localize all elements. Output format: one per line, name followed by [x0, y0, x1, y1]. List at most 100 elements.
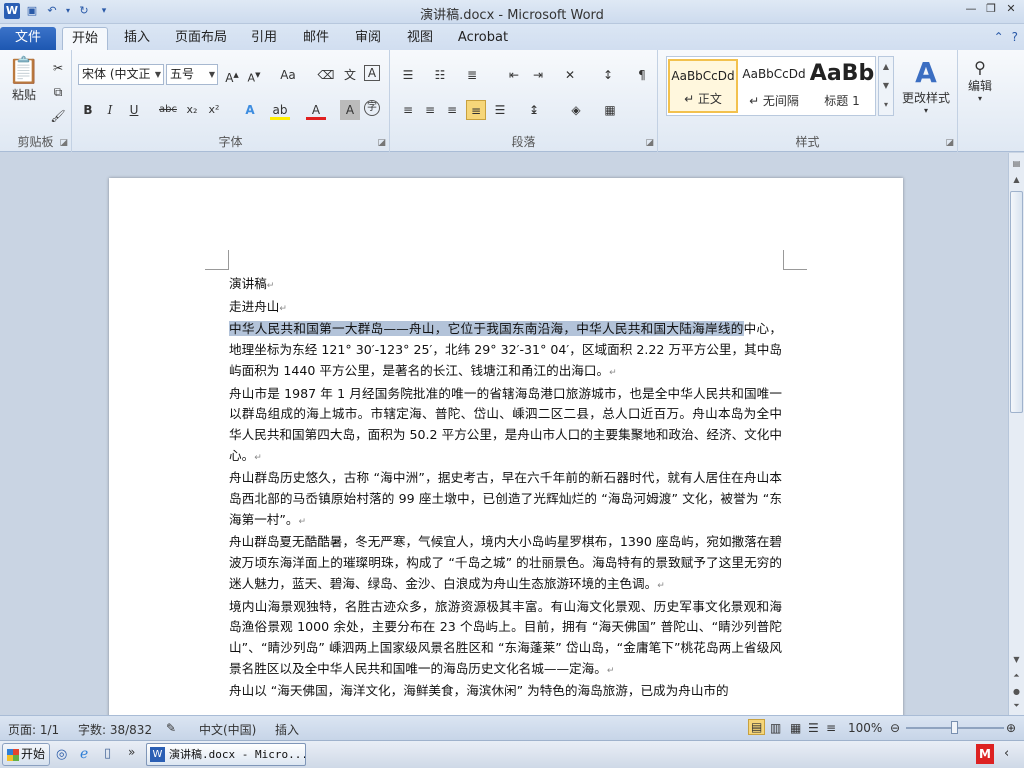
paste-button[interactable]: 📋 粘贴 — [6, 56, 42, 103]
bullets-icon[interactable]: ☰ — [398, 65, 418, 85]
full-screen-reading-icon[interactable]: ▥ — [770, 721, 781, 735]
change-case-icon[interactable]: Aa — [278, 65, 298, 85]
close-icon[interactable]: ✕ — [1004, 2, 1018, 16]
document-area[interactable]: 演讲稿↵ 走进舟山↵ 中华人民共和国第一大群岛——舟山，它位于我国东南沿海，中华… — [0, 153, 1008, 715]
tab-insert[interactable]: 插入 — [116, 27, 158, 50]
doc-paragraph[interactable]: 中华人民共和国第一大群岛——舟山，它位于我国东南沿海，中华人民共和国大陆海岸线的… — [229, 319, 782, 383]
phonetic-guide-icon[interactable]: 文 — [340, 65, 360, 85]
document-body[interactable]: 演讲稿↵ 走进舟山↵ 中华人民共和国第一大群岛——舟山，它位于我国东南沿海，中华… — [229, 274, 782, 702]
enclose-characters-icon[interactable]: 字 — [364, 100, 380, 116]
minimize-icon[interactable]: — — [964, 2, 978, 16]
doc-paragraph[interactable]: 境内山海景观独特，名胜古迹众多，旅游资源极其丰富。有山海文化景观、历史军事文化景… — [229, 597, 782, 682]
font-color-icon[interactable]: A — [306, 100, 326, 120]
browse-object-icon[interactable]: ● — [1009, 685, 1024, 699]
web-layout-icon[interactable]: ▦ — [790, 721, 801, 735]
vertical-scrollbar[interactable]: ▤ ▲ ▼ ⏶ ● ⏷ — [1008, 153, 1024, 715]
decrease-indent-icon[interactable]: ⇤ — [504, 65, 524, 85]
zoom-out-icon[interactable]: ⊖ — [890, 721, 900, 735]
subscript-icon[interactable]: x₂ — [182, 100, 202, 120]
align-right-icon[interactable]: ≡ — [442, 100, 462, 120]
style-heading-1[interactable]: AaBb 标题 1 — [809, 59, 875, 113]
help-icon[interactable]: ? — [1012, 30, 1018, 44]
style-normal[interactable]: AaBbCcDd ↵ 正文 — [668, 59, 738, 113]
doc-paragraph[interactable]: 舟山群岛历史悠久，古称 “海中洲”，据史考古，早在六千年前的新石器时代，就有人居… — [229, 468, 782, 532]
align-center-icon[interactable]: ≡ — [420, 100, 440, 120]
cut-icon[interactable]: ✂ — [48, 58, 68, 78]
justify-icon[interactable]: ≡ — [466, 100, 486, 120]
zoom-slider-knob[interactable] — [951, 721, 958, 734]
next-page-icon[interactable]: ⏷ — [1009, 699, 1024, 713]
tab-references[interactable]: 引用 — [244, 27, 284, 50]
tab-acrobat[interactable]: Acrobat — [452, 27, 514, 50]
tab-home[interactable]: 开始 — [62, 27, 108, 50]
highlight-icon[interactable]: ab — [270, 100, 290, 120]
collapse-ribbon-icon[interactable]: ⌃ — [994, 30, 1004, 44]
document-page[interactable]: 演讲稿↵ 走进舟山↵ 中华人民共和国第一大群岛——舟山，它位于我国东南沿海，中华… — [109, 178, 903, 715]
character-shading-icon[interactable]: A — [340, 100, 360, 120]
editing-button[interactable]: ⚲ 编辑 ▾ — [964, 58, 996, 103]
selected-text[interactable]: 中华人民共和国第一大群岛——舟山，它位于我国东南沿海，中华人民共和国大陆海岸线的 — [229, 321, 744, 337]
align-left-icon[interactable]: ≡ — [398, 100, 418, 120]
quicklaunch-browser-icon[interactable]: ◎ — [56, 747, 67, 762]
doc-paragraph[interactable]: 走进舟山↵ — [229, 297, 782, 320]
grow-font-icon[interactable]: A▲ — [222, 65, 242, 85]
clear-formatting-icon[interactable]: ⌫ — [316, 65, 336, 85]
format-painter-icon[interactable]: 🖌 — [48, 106, 68, 126]
word-count[interactable]: 字数: 38/832 — [78, 721, 152, 738]
tab-view[interactable]: 视图 — [400, 27, 440, 50]
multilevel-list-icon[interactable]: ≣ — [462, 65, 482, 85]
style-no-spacing[interactable]: AaBbCcDd ↵ 无间隔 — [739, 59, 809, 113]
show-marks-icon[interactable]: ¶ — [632, 65, 652, 85]
text-effects-icon[interactable]: A — [240, 100, 260, 120]
proofing-icon[interactable]: ✎ — [166, 721, 176, 735]
line-spacing-icon[interactable]: ↨ — [524, 100, 544, 120]
scroll-down-icon[interactable]: ▼ — [1009, 653, 1024, 667]
more-icon[interactable]: » — [128, 745, 135, 759]
ruler-toggle-icon[interactable]: ▤ — [1009, 157, 1024, 171]
tab-page-layout[interactable]: 页面布局 — [170, 27, 232, 50]
tray-app-icon[interactable]: M — [976, 744, 994, 764]
start-button[interactable]: 开始 — [2, 743, 50, 766]
increase-indent-icon[interactable]: ⇥ — [528, 65, 548, 85]
restore-icon[interactable]: ❐ — [984, 2, 998, 16]
font-launcher-icon[interactable]: ◪ — [377, 138, 386, 148]
strikethrough-icon[interactable]: abc — [158, 100, 178, 120]
superscript-icon[interactable]: x² — [204, 100, 224, 120]
clipboard-launcher-icon[interactable]: ◪ — [59, 138, 68, 148]
shrink-font-icon[interactable]: A▼ — [244, 65, 264, 85]
scroll-thumb[interactable] — [1010, 191, 1023, 413]
draft-icon[interactable]: ≡ — [826, 721, 836, 735]
character-border-icon[interactable]: A — [364, 65, 380, 81]
distributed-icon[interactable]: ☰ — [490, 100, 510, 120]
print-layout-icon[interactable]: ▤ — [748, 719, 766, 735]
bold-icon[interactable]: B — [78, 100, 98, 120]
font-size-combo[interactable]: 五号 ▼ — [166, 64, 218, 85]
language-status[interactable]: 中文(中国) — [199, 721, 256, 738]
quicklaunch-app-icon[interactable]: ▯ — [104, 746, 111, 761]
taskbar-word-window[interactable]: W 演讲稿.docx - Micro... — [146, 743, 306, 766]
font-name-combo[interactable]: 宋体 (中文正 ▼ — [78, 64, 164, 85]
styles-launcher-icon[interactable]: ◪ — [945, 138, 954, 148]
scroll-up-icon[interactable]: ▲ — [1009, 173, 1024, 187]
outline-icon[interactable]: ☰ — [808, 721, 819, 735]
doc-paragraph[interactable]: 舟山市是 1987 年 1 月经国务院批准的唯一的省辖海岛港口旅游城市，也是全中… — [229, 384, 782, 469]
chinese-layout-icon[interactable]: ✕ — [560, 65, 580, 85]
insert-mode-status[interactable]: 插入 — [275, 721, 299, 738]
copy-icon[interactable]: ⧉ — [48, 82, 68, 102]
numbering-icon[interactable]: ☷ — [430, 65, 450, 85]
change-styles-button[interactable]: A 更改样式 ▾ — [900, 56, 952, 115]
internet-explorer-icon[interactable]: ℯ — [80, 746, 88, 762]
borders-icon[interactable]: ▦ — [600, 100, 620, 120]
tab-review[interactable]: 审阅 — [348, 27, 388, 50]
underline-icon[interactable]: U — [124, 100, 144, 120]
zoom-in-icon[interactable]: ⊕ — [1006, 721, 1016, 735]
styles-gallery-scroll[interactable]: ▲ ▼ ▾ — [878, 56, 894, 116]
doc-paragraph[interactable]: 演讲稿↵ — [229, 274, 782, 297]
tab-file[interactable]: 文件 — [0, 27, 56, 50]
italic-icon[interactable]: I — [100, 100, 120, 120]
tab-mailings[interactable]: 邮件 — [296, 27, 336, 50]
shading-icon[interactable]: ◈ — [566, 100, 586, 120]
doc-paragraph[interactable]: 舟山群岛夏无酷酷暑，冬无严寒，气候宜人，境内大小岛屿星罗棋布，1390 座岛屿，… — [229, 532, 782, 596]
previous-page-icon[interactable]: ⏶ — [1009, 669, 1024, 683]
paragraph-launcher-icon[interactable]: ◪ — [645, 138, 654, 148]
